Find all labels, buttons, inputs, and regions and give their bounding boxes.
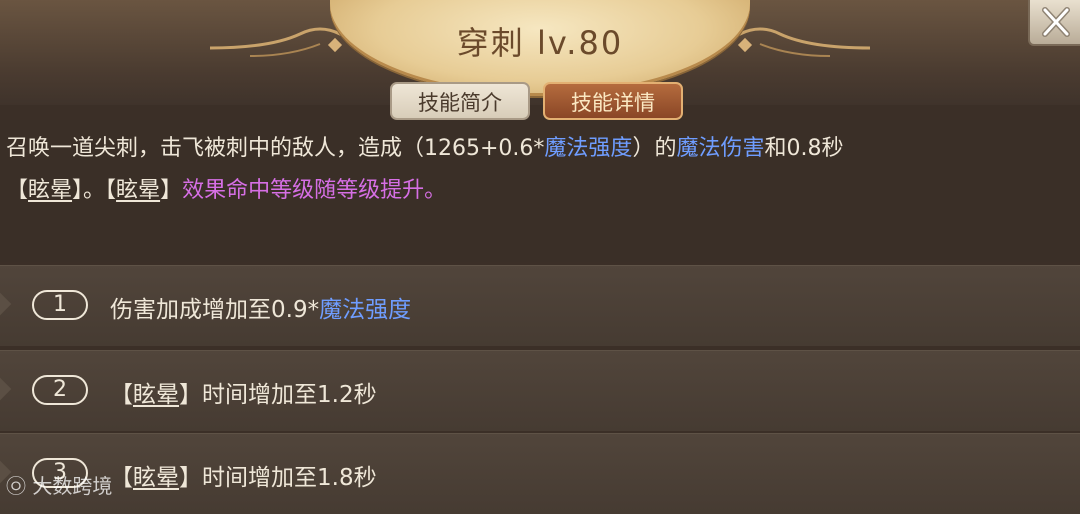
upgrade-text: 伤害加成增加至0.9*魔法强度	[110, 297, 412, 323]
title-header: 穿刺 lv.80	[0, 0, 1080, 105]
upgrade-number: 1	[32, 290, 88, 320]
row-marker	[0, 377, 12, 401]
keyword-magic-power: 魔法强度	[319, 297, 412, 323]
keyword-magic-damage: 魔法伤害	[676, 136, 765, 161]
watermark: ㉧ 大数跨境	[6, 474, 113, 498]
skill-description: 召唤一道尖刺，击飞被刺中的敌人，造成（1265+0.6*魔法强度）的魔法伤害和0…	[0, 120, 1080, 262]
close-button[interactable]	[1028, 0, 1080, 46]
keyword-stun[interactable]: 眩晕	[133, 382, 179, 408]
description-line-2: 【眩晕】。【眩晕】效果命中等级随等级提升。	[6, 178, 447, 203]
keyword-magic-power: 魔法强度	[544, 136, 633, 161]
upgrade-number: 2	[32, 375, 88, 405]
keyword-stun[interactable]: 眩晕	[133, 465, 179, 491]
upgrade-text: 【眩晕】时间增加至1.2秒	[110, 382, 377, 408]
keyword-stun[interactable]: 眩晕	[28, 178, 72, 203]
upgrade-row-3: 3 【眩晕】时间增加至1.8秒	[0, 433, 1080, 514]
hit-level-note: 效果命中等级随等级提升。	[182, 178, 447, 203]
skill-title: 穿刺 lv.80	[456, 24, 624, 62]
close-icon	[1042, 7, 1070, 37]
upgrade-text: 【眩晕】时间增加至1.8秒	[110, 465, 377, 491]
upgrade-row-1: 1 伤害加成增加至0.9*魔法强度	[0, 265, 1080, 346]
watermark-logo-icon: ㉧	[6, 474, 26, 498]
keyword-stun[interactable]: 眩晕	[116, 178, 160, 203]
upgrade-row-2: 2 【眩晕】时间增加至1.2秒	[0, 350, 1080, 431]
row-marker	[0, 292, 12, 316]
description-line-1: 召唤一道尖刺，击飞被刺中的敌人，造成（1265+0.6*魔法强度）的魔法伤害和0…	[6, 136, 844, 161]
tab-skill-detail[interactable]: 技能详情	[543, 82, 683, 120]
tab-skill-intro[interactable]: 技能简介	[390, 82, 530, 120]
